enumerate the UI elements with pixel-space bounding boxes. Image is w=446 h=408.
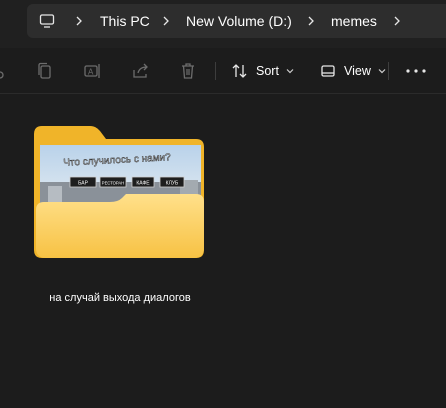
breadcrumb-new-volume[interactable]: New Volume (D:) — [186, 13, 292, 29]
sort-icon — [232, 64, 247, 78]
sort-label: Sort — [256, 64, 279, 78]
sort-button[interactable]: Sort — [231, 58, 295, 84]
command-bar: A Sort View — [0, 48, 446, 94]
monitor-icon — [39, 14, 55, 28]
chevron-down-icon — [286, 69, 294, 74]
view-label: View — [344, 64, 371, 78]
rename-icon[interactable]: A — [83, 61, 103, 81]
thumbnail-sign-bar: БАР — [78, 181, 89, 187]
chevron-down-icon — [378, 69, 386, 74]
folder-thumbnail-icon[interactable]: БАР РЕСТОРАН КАФЕ КЛУБ Что случилось с н… — [30, 120, 210, 260]
thumbnail-sign-restaurant: РЕСТОРАН — [102, 181, 124, 186]
toolbar-divider — [388, 62, 389, 80]
chevron-right-icon[interactable] — [305, 15, 317, 27]
breadcrumb-memes[interactable]: memes — [331, 13, 377, 29]
folder-item[interactable]: БАР РЕСТОРАН КАФЕ КЛУБ Что случилось с н… — [30, 120, 210, 316]
copy-icon[interactable] — [35, 61, 55, 81]
address-bar[interactable]: This PC New Volume (D:) memes — [27, 4, 446, 38]
toolbar-divider — [215, 62, 216, 80]
chevron-right-icon[interactable] — [160, 15, 172, 27]
cut-icon[interactable] — [0, 61, 10, 81]
thumbnail-sign-cafe: КАФЕ — [136, 181, 150, 187]
file-list: БАР РЕСТОРАН КАФЕ КЛУБ Что случилось с н… — [0, 94, 446, 408]
view-icon — [321, 65, 335, 77]
more-icon[interactable] — [404, 62, 428, 80]
view-button[interactable]: View — [320, 58, 387, 84]
thumbnail-sign-club: КЛУБ — [166, 181, 179, 187]
svg-text:A: A — [88, 68, 94, 77]
share-icon[interactable] — [131, 61, 151, 81]
chevron-right-icon[interactable] — [391, 15, 403, 27]
chevron-right-icon[interactable] — [73, 15, 85, 27]
delete-icon[interactable] — [178, 61, 198, 81]
address-bar-region: This PC New Volume (D:) memes — [0, 0, 446, 48]
folder-name: на случай выхода диалогов — [49, 292, 191, 304]
breadcrumb-this-pc[interactable]: This PC — [100, 13, 150, 29]
